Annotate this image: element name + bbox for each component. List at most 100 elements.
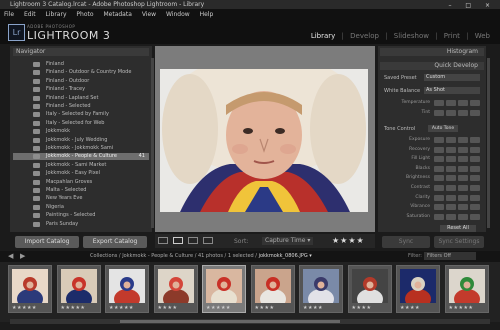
- module-print[interactable]: Print: [442, 32, 462, 40]
- adjust-step-button[interactable]: [446, 110, 456, 116]
- collection-item[interactable]: Jokkmokk - July Wedding: [13, 137, 149, 144]
- adjust-step-button[interactable]: [470, 137, 480, 143]
- right-panel-scrollbar[interactable]: [487, 58, 490, 228]
- adjust-step-button[interactable]: [446, 137, 456, 143]
- collection-item[interactable]: Nigeria: [13, 204, 149, 211]
- adjust-step-button[interactable]: [434, 110, 444, 116]
- adjust-step-button[interactable]: [458, 185, 468, 191]
- adjust-step-button[interactable]: [470, 156, 480, 163]
- adjust-step-button[interactable]: [458, 165, 468, 172]
- collection-item[interactable]: Jokkmokk - People & Culture 41: [13, 153, 149, 161]
- filmstrip-thumbnail[interactable]: ★★★★★: [56, 265, 101, 313]
- adjust-step-button[interactable]: [446, 146, 456, 153]
- navigator-header[interactable]: Navigator: [13, 48, 149, 56]
- grid-view-icon[interactable]: [158, 237, 168, 244]
- filmstrip-thumbnail[interactable]: ★★★★: [250, 265, 295, 313]
- adjust-step-button[interactable]: [470, 110, 480, 116]
- loupe-view-icon[interactable]: [173, 237, 183, 244]
- adjust-step-button[interactable]: [434, 204, 444, 211]
- collection-item[interactable]: Paintings - Selected: [13, 212, 149, 219]
- adjust-step-button[interactable]: [458, 213, 468, 220]
- filmstrip-thumbnail[interactable]: ★★★★★: [8, 265, 52, 313]
- module-develop[interactable]: Develop: [348, 32, 381, 40]
- adjust-step-button[interactable]: [434, 213, 444, 220]
- adjust-step-button[interactable]: [446, 185, 456, 191]
- adjust-step-button[interactable]: [446, 213, 456, 220]
- collection-item[interactable]: Macpahlan Groves: [13, 179, 149, 186]
- collection-item[interactable]: Finland - Selected: [13, 103, 149, 110]
- filmstrip-thumbnail[interactable]: ★★★★★: [444, 265, 489, 313]
- adjust-step-button[interactable]: [446, 165, 456, 172]
- forward-arrow-icon[interactable]: ▶: [20, 252, 25, 260]
- filmstrip-thumbnail[interactable]: ★★★★★: [202, 265, 246, 313]
- adjust-step-button[interactable]: [434, 194, 444, 201]
- filmstrip-scroll-thumb[interactable]: [120, 320, 340, 323]
- adjust-step-button[interactable]: [470, 213, 480, 220]
- adjust-step-button[interactable]: [470, 175, 480, 182]
- collection-item[interactable]: Finland - Tracey: [13, 86, 149, 93]
- menu-photo[interactable]: Photo: [72, 9, 97, 20]
- adjust-step-button[interactable]: [458, 137, 468, 143]
- filmstrip-thumbnail[interactable]: ★★★★: [396, 265, 440, 313]
- adjust-step-button[interactable]: [446, 156, 456, 163]
- collection-item[interactable]: Finland - Lapland Set: [13, 95, 149, 102]
- collection-item[interactable]: Jokkmokk - Sami Market: [13, 162, 149, 169]
- survey-view-icon[interactable]: [203, 237, 213, 244]
- adjust-step-button[interactable]: [470, 194, 480, 201]
- left-panel-scrollbar[interactable]: [151, 58, 154, 228]
- export-catalog-button[interactable]: Export Catalog: [83, 236, 147, 248]
- module-library[interactable]: Library: [309, 32, 337, 40]
- adjust-step-button[interactable]: [434, 175, 444, 182]
- adjust-step-button[interactable]: [470, 146, 480, 153]
- adjust-step-button[interactable]: [458, 194, 468, 201]
- histogram-header[interactable]: Histogram: [380, 48, 484, 56]
- collection-item[interactable]: New Years Eve: [13, 195, 149, 202]
- adjust-step-button[interactable]: [458, 204, 468, 211]
- adjust-step-button[interactable]: [446, 204, 456, 211]
- import-catalog-button[interactable]: Import Catalog: [15, 236, 79, 248]
- module-slideshow[interactable]: Slideshow: [392, 32, 431, 40]
- saved-preset-select[interactable]: Custom: [424, 74, 480, 81]
- adjust-step-button[interactable]: [434, 156, 444, 163]
- adjust-step-button[interactable]: [470, 100, 480, 106]
- adjust-step-button[interactable]: [434, 185, 444, 191]
- adjust-step-button[interactable]: [470, 185, 480, 191]
- adjust-step-button[interactable]: [446, 194, 456, 201]
- collection-item[interactable]: Jokkmokk: [13, 128, 149, 135]
- reset-all-button[interactable]: Reset All: [440, 225, 476, 232]
- adjust-step-button[interactable]: [470, 204, 480, 211]
- module-web[interactable]: Web: [473, 32, 492, 40]
- collection-item[interactable]: Finland - Outdoor & Country Mode: [13, 69, 149, 76]
- menu-window[interactable]: Window: [162, 9, 194, 20]
- adjust-step-button[interactable]: [434, 146, 444, 153]
- adjust-step-button[interactable]: [458, 156, 468, 163]
- menu-file[interactable]: File: [0, 9, 18, 20]
- filmstrip-thumbnail[interactable]: ★★★★: [347, 265, 392, 313]
- main-photo[interactable]: [160, 69, 368, 212]
- collection-item[interactable]: Jokkmokk - Easy Pixel: [13, 170, 149, 177]
- sort-select[interactable]: Capture Time ▾: [262, 237, 314, 245]
- collection-item[interactable]: Italy - Selected for Web: [13, 120, 149, 127]
- menu-view[interactable]: View: [138, 9, 160, 20]
- menu-library[interactable]: Library: [42, 9, 71, 20]
- menu-edit[interactable]: Edit: [20, 9, 40, 20]
- collection-item[interactable]: Finland - Outdoor: [13, 78, 149, 85]
- collection-item[interactable]: Finland: [13, 61, 149, 68]
- collection-item[interactable]: Jokkmokk - Jokkmokk Sami: [13, 145, 149, 152]
- filmstrip-thumbnail[interactable]: ★★★★: [299, 265, 343, 313]
- adjust-step-button[interactable]: [434, 165, 444, 172]
- adjust-step-button[interactable]: [446, 175, 456, 182]
- compare-view-icon[interactable]: [188, 237, 198, 244]
- filmstrip-thumbnail[interactable]: ★★★★: [153, 265, 198, 313]
- filmstrip-thumbnail[interactable]: ★★★★★: [105, 265, 149, 313]
- filter-select[interactable]: Filters Off: [424, 252, 476, 260]
- collection-item[interactable]: Paris Sunday: [13, 221, 149, 228]
- collection-item[interactable]: Italy - Selected by Family: [13, 111, 149, 118]
- back-arrow-icon[interactable]: ◀: [8, 252, 13, 260]
- adjust-step-button[interactable]: [446, 100, 456, 106]
- auto-tone-button[interactable]: Auto Tone: [428, 125, 458, 132]
- adjust-step-button[interactable]: [458, 175, 468, 182]
- menu-metadata[interactable]: Metadata: [99, 9, 135, 20]
- adjust-step-button[interactable]: [458, 146, 468, 153]
- adjust-step-button[interactable]: [434, 137, 444, 143]
